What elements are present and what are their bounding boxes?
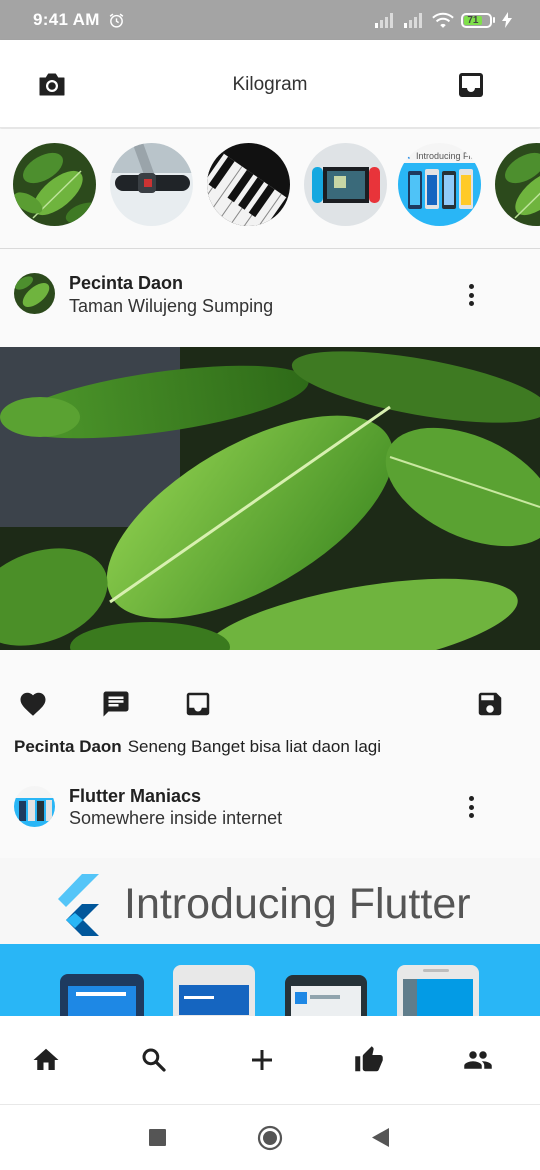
avatar[interactable] (14, 273, 55, 314)
screen: 9:41 AM 71 Kilogram Introducing Flutt Pe… (0, 0, 540, 1170)
post-header: Flutter Maniacs Somewhere inside interne… (0, 760, 540, 856)
svg-text:Introducing Flutter: Introducing Flutter (416, 151, 481, 161)
status-time: 9:41 AM (33, 10, 100, 29)
signal-icon (375, 13, 393, 28)
story-avatar[interactable] (13, 143, 96, 226)
caption-username[interactable]: Pecinta Daon (14, 737, 122, 756)
recents-icon[interactable] (149, 1129, 166, 1146)
story-avatar[interactable] (207, 143, 290, 226)
alarm-icon (109, 13, 123, 28)
wifi-icon (432, 12, 454, 28)
stories-bar: Introducing Flutter (0, 129, 540, 249)
charging-icon (502, 12, 512, 28)
story-avatar[interactable]: Introducing Flutter (398, 143, 481, 226)
battery-icon: 71 (461, 12, 495, 28)
home-circle-icon[interactable] (257, 1125, 283, 1151)
story-avatar[interactable] (110, 143, 193, 226)
save-icon[interactable] (475, 689, 505, 719)
search-icon[interactable] (139, 1045, 169, 1075)
battery-level: 71 (464, 15, 482, 26)
signal-icon (404, 13, 422, 28)
story-scooter-handle (110, 143, 193, 226)
add-icon[interactable] (247, 1045, 277, 1075)
post-image[interactable] (0, 347, 540, 650)
post-username[interactable]: Pecinta Daon (69, 273, 183, 294)
introducing-flutter-image: Introducing Flutter (0, 858, 540, 1016)
post-caption: Pecinta Daon Seneng Banget bisa liat daon… (14, 737, 381, 757)
status-icons: 71 (374, 12, 512, 29)
caption-text: Seneng Banget bisa liat daon lagi (127, 737, 382, 756)
back-icon[interactable] (371, 1128, 389, 1147)
story-piano-keys (207, 143, 290, 226)
system-navigation (0, 1105, 540, 1170)
inbox-icon[interactable] (183, 689, 213, 719)
post-location[interactable]: Taman Wilujeng Sumping (69, 296, 273, 317)
post-username[interactable]: Flutter Maniacs (69, 786, 201, 807)
inbox-icon[interactable] (458, 72, 484, 98)
more-options-icon[interactable] (464, 282, 478, 308)
avatar[interactable] (14, 786, 55, 827)
post-image[interactable]: Introducing Flutter (0, 858, 540, 1016)
thumb-up-icon[interactable] (354, 1045, 384, 1075)
heart-icon[interactable] (18, 689, 48, 719)
story-avatar[interactable] (304, 143, 387, 226)
status-bar: 9:41 AM 71 (0, 0, 540, 40)
post-location[interactable]: Somewhere inside internet (69, 808, 282, 829)
story-nintendo-switch (304, 143, 387, 226)
home-icon[interactable] (31, 1045, 61, 1075)
story-avatar[interactable] (495, 143, 540, 226)
post-header: Pecinta Daon Taman Wilujeng Sumping (0, 250, 540, 346)
app-bar: Kilogram (0, 40, 540, 128)
comment-icon[interactable] (101, 689, 131, 719)
bottom-navigation (0, 1016, 540, 1105)
people-icon[interactable] (463, 1045, 493, 1075)
more-options-icon[interactable] (464, 794, 478, 820)
story-leaves (13, 143, 96, 226)
green-leaves-photo (0, 347, 540, 650)
story-introducing-flutter: Introducing Flutter (398, 143, 481, 226)
flutter-banner-title: Introducing Flutter (124, 880, 471, 928)
story-leaves (495, 143, 540, 226)
